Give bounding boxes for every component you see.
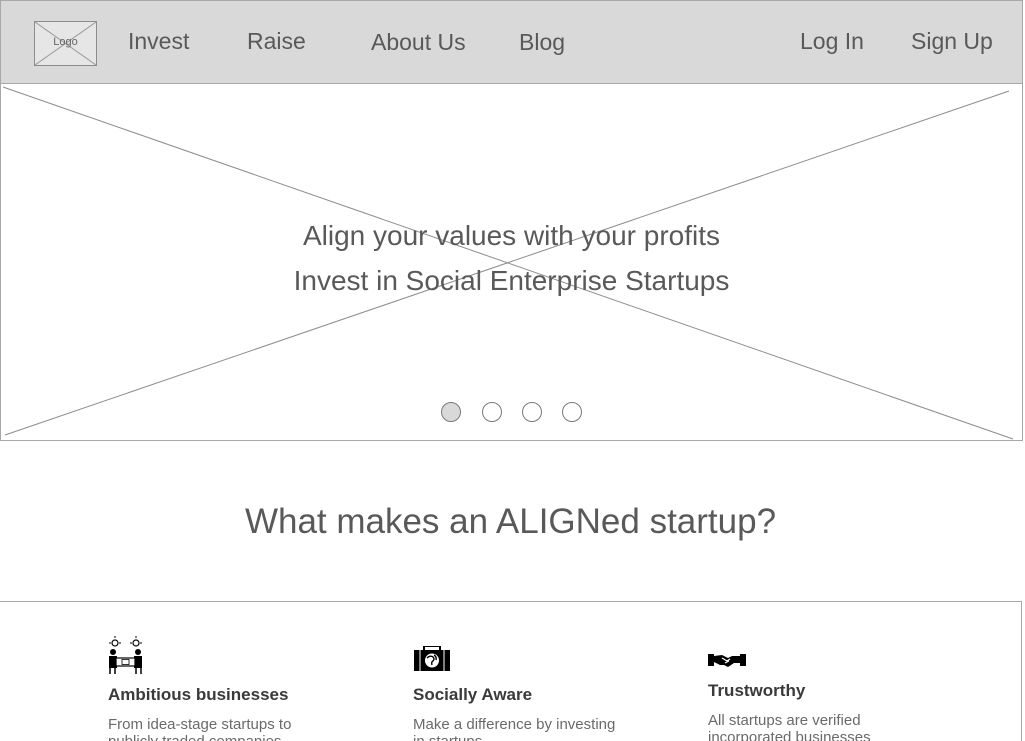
feature-title: Trustworthy [708, 681, 806, 700]
features-panel: Ambitious businesses From idea-stage sta… [0, 601, 1022, 741]
top-navbar: Logo Invest Raise About Us Blog Log In S… [0, 0, 1023, 84]
signup-link[interactable]: Sign Up [911, 28, 993, 55]
meeting-table-icon [109, 636, 142, 674]
feature-description: From idea-stage startups to publicly tra… [108, 716, 292, 741]
carousel-dot-1[interactable] [441, 402, 461, 422]
briefcase-globe-icon [414, 646, 450, 671]
nav-invest-link[interactable]: Invest [128, 28, 189, 55]
page: Logo Invest Raise About Us Blog Log In S… [0, 0, 1025, 741]
logo-label: Logo [53, 36, 78, 48]
hero-image-placeholder-icon [2, 86, 1014, 440]
carousel-dot-2[interactable] [482, 402, 502, 422]
nav-raise-link[interactable]: Raise [247, 28, 306, 55]
login-link[interactable]: Log In [800, 28, 864, 55]
carousel-dot-4[interactable] [562, 402, 582, 422]
section-title: What makes an ALIGNed startup? [244, 502, 777, 541]
hero-subheadline: Invest in Social Enterprise Startups [293, 265, 730, 296]
hero-carousel: Align your values with your profits Inve… [0, 84, 1023, 441]
feature-description: Make a difference by investing in startu… [413, 716, 616, 741]
nav-blog-link[interactable]: Blog [519, 29, 565, 56]
feature-description: All startups are verified incorporated b… [708, 712, 871, 741]
hero-headline: Align your values with your profits [302, 220, 721, 251]
nav-about-link[interactable]: About Us [371, 29, 466, 56]
feature-title: Ambitious businesses [108, 685, 289, 704]
handshake-icon [708, 654, 746, 667]
carousel-dot-3[interactable] [522, 402, 542, 422]
logo[interactable]: Logo [34, 21, 97, 66]
feature-title: Socially Aware [413, 685, 533, 704]
